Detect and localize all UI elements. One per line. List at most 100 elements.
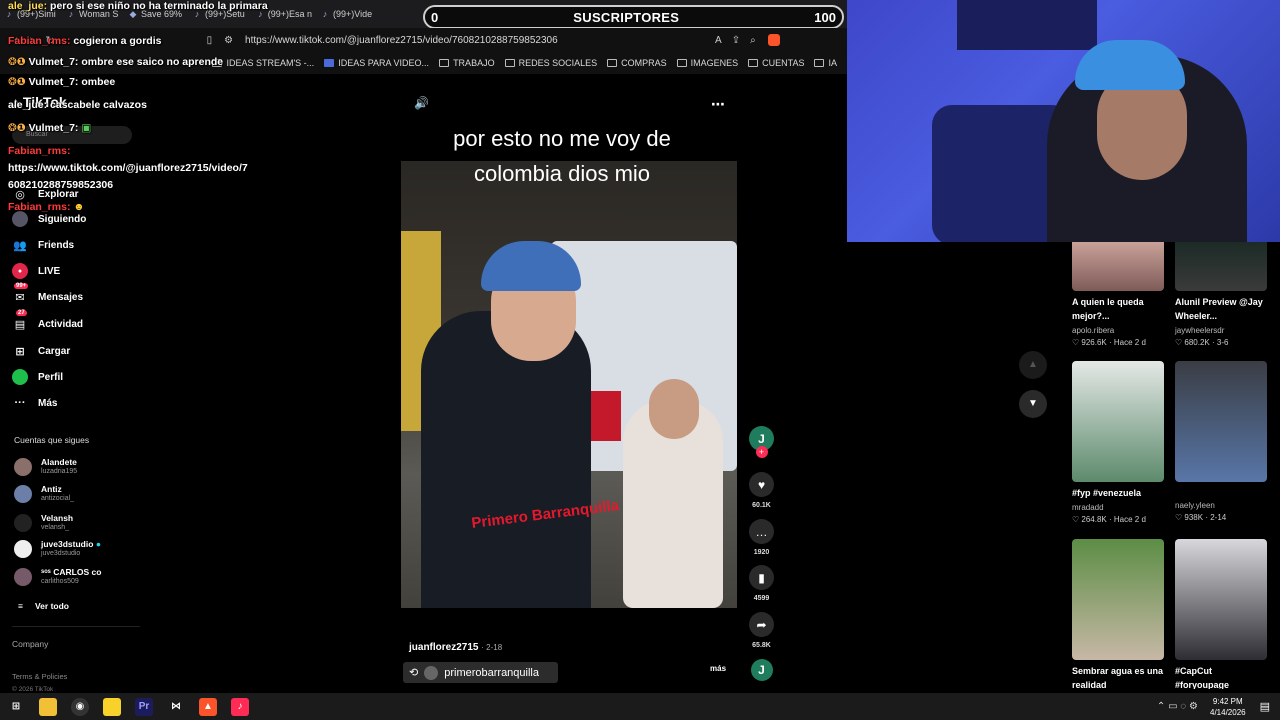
avatar bbox=[14, 457, 32, 476]
nav-live[interactable]: ● LIVE bbox=[12, 263, 60, 279]
comment-button[interactable]: … 1920 bbox=[749, 519, 774, 556]
video-author-row: juanflorez2715 · 2-18 bbox=[409, 642, 503, 653]
folder-icon bbox=[439, 59, 450, 67]
goal-label: SUSCRIPTORES bbox=[573, 9, 680, 25]
save-button[interactable]: ▮ 4599 bbox=[749, 565, 774, 602]
thumbnail bbox=[1072, 361, 1164, 482]
file-explorer-icon[interactable] bbox=[39, 697, 57, 716]
woman-head bbox=[649, 379, 699, 439]
recommended-card[interactable]: naely.yleen ♡ 938K · 2-14 bbox=[1175, 361, 1267, 531]
bookmark-item[interactable]: IMAGENES bbox=[676, 58, 738, 68]
repost-chip[interactable]: ⟲ primerobarranquilla bbox=[403, 662, 558, 683]
bookmark-item[interactable]: IDEAS PARA VIDEO... bbox=[324, 58, 429, 68]
video-player[interactable]: Primero Barranquilla bbox=[401, 161, 737, 608]
recommended-card[interactable]: Sembrar agua es una realidad bbox=[1072, 539, 1164, 689]
video-author[interactable]: juanflorez2715 bbox=[409, 642, 478, 653]
video-date: 2-18 bbox=[486, 643, 503, 652]
truck-light bbox=[591, 391, 621, 441]
premiere-icon[interactable]: Pr bbox=[135, 697, 153, 716]
thumbnail bbox=[1175, 242, 1267, 291]
following-account[interactable]: juve3dstudio ● juve3dstudio bbox=[14, 539, 101, 558]
footer-terms[interactable]: Terms & Policies bbox=[12, 672, 67, 681]
more-options-icon[interactable]: ⋯ bbox=[711, 96, 725, 113]
emote-icon: ▣ bbox=[81, 122, 92, 134]
chat-message: ale_jue: cascabele calvazos bbox=[8, 99, 147, 111]
heart-icon: ♥ bbox=[749, 472, 774, 497]
brave-icon[interactable]: ▲ bbox=[199, 697, 217, 716]
recommended-card[interactable]: #CapCut #foryoupage bbox=[1175, 539, 1267, 689]
clock[interactable]: 9:42 PM 4/14/2026 bbox=[1210, 696, 1246, 718]
folder-icon bbox=[607, 59, 618, 67]
share-arrow-icon: ➦ bbox=[749, 612, 774, 637]
following-account[interactable]: Alandete luzadria195 bbox=[14, 457, 77, 476]
author-avatar-small[interactable]: J bbox=[749, 659, 774, 681]
goal-end: 100 bbox=[814, 9, 836, 25]
avatar bbox=[14, 539, 32, 558]
bookmark-item[interactable]: TRABAJO bbox=[439, 58, 495, 68]
url-field[interactable]: https://www.tiktok.com/@juanflorez2715/v… bbox=[245, 35, 685, 46]
obs-icon[interactable]: ◉ bbox=[71, 697, 89, 716]
avatar bbox=[14, 567, 32, 586]
thumbnail bbox=[1175, 539, 1267, 660]
messages-badge: 99+ bbox=[14, 283, 29, 289]
nav-perfil[interactable]: Perfil bbox=[12, 369, 63, 385]
folder-icon bbox=[504, 59, 515, 67]
recommended-card[interactable]: #fyp #venezuela mradadd ♡ 264.8K · Hace … bbox=[1072, 361, 1164, 531]
cap bbox=[1075, 40, 1185, 90]
bookmark-item[interactable]: IA bbox=[814, 58, 837, 68]
scroll-down-button[interactable]: ▼ bbox=[1019, 390, 1047, 418]
windows-taskbar: ⊞ ◉ Pr ⋈ ▲ ♪ ⌃ ▭ ◌ ⚙ 9:42 PM 4/14/2026 ▤ bbox=[0, 693, 1280, 720]
avatar bbox=[424, 665, 439, 680]
bookmark-item[interactable]: CUENTAS bbox=[748, 58, 804, 68]
like-button[interactable]: ♥ 60.1K bbox=[749, 472, 774, 509]
more-icon: ··· bbox=[14, 397, 26, 409]
chat-message: ale_jue: pero si ese niño no ha terminad… bbox=[8, 0, 268, 12]
live-icon: ● bbox=[12, 263, 28, 279]
following-account[interactable]: Velansh velansh_ bbox=[14, 513, 73, 532]
sticky-notes-icon[interactable] bbox=[103, 697, 121, 716]
browser-tab[interactable]: ♪ (99+)Vide bbox=[316, 0, 376, 28]
zoom-icon[interactable]: ⌕ bbox=[750, 35, 756, 46]
nav-cargar[interactable]: ⊞ Cargar bbox=[12, 343, 70, 359]
doc-icon bbox=[324, 59, 335, 67]
more-link[interactable]: más bbox=[710, 664, 726, 673]
recommended-card[interactable]: A quien le queda mejor?... apolo.ribera … bbox=[1072, 242, 1164, 352]
folder-icon bbox=[676, 59, 687, 67]
nav-actividad[interactable]: ▤ 27 Actividad bbox=[12, 310, 83, 332]
translate-icon[interactable]: A bbox=[715, 35, 722, 46]
nav-friends[interactable]: 👥 Friends bbox=[12, 237, 74, 253]
recommended-card[interactable]: Alunil Preview @Jay Wheeler... jaywheele… bbox=[1175, 242, 1267, 352]
following-account[interactable]: ˢᵒˢ CARLOS co carlithos509 bbox=[14, 567, 101, 586]
bookmark-item[interactable]: COMPRAS bbox=[607, 58, 667, 68]
messages-icon: ✉ 99+ bbox=[14, 283, 29, 304]
tray-icons[interactable]: ⌃ ▭ ◌ ⚙ bbox=[1157, 701, 1198, 712]
windows-start-icon[interactable]: ⊞ bbox=[7, 698, 25, 716]
share-button[interactable]: ➦ 65.8K bbox=[749, 612, 774, 649]
chat-message: Fabian_rms: cogieron a gordis bbox=[8, 35, 162, 47]
following-account[interactable]: Antiz antizocial_ bbox=[14, 484, 74, 503]
verified-icon: ● bbox=[95, 539, 101, 549]
capcut-icon[interactable]: ⋈ bbox=[167, 698, 185, 716]
volume-icon[interactable]: 🔊 bbox=[414, 96, 429, 110]
subscriber-goal-bar: 0 SUSCRIPTORES 100 bbox=[423, 5, 844, 29]
nav-mas[interactable]: ··· Más bbox=[12, 395, 58, 411]
man-figure bbox=[421, 311, 591, 608]
badge-icon: ❂❶ bbox=[8, 56, 26, 68]
scroll-up-button[interactable]: ▲ bbox=[1019, 351, 1047, 379]
nav-mensajes[interactable]: ✉ 99+ Mensajes bbox=[12, 283, 83, 305]
bookmark-item[interactable]: REDES SOCIALES bbox=[504, 58, 597, 68]
brave-shield-icon[interactable] bbox=[767, 34, 780, 46]
notification-icon[interactable]: ▤ bbox=[1260, 700, 1270, 713]
share-icon[interactable]: ⇪ bbox=[732, 35, 740, 46]
see-all-link[interactable]: ≡ Ver todo bbox=[18, 601, 69, 611]
badge-icon: ❂❶ bbox=[8, 122, 26, 134]
avatar bbox=[14, 484, 32, 503]
avatar bbox=[14, 513, 32, 532]
footer-company[interactable]: Company bbox=[12, 639, 48, 649]
tiktok-icon: ♪ bbox=[322, 9, 328, 19]
tiktok-icon[interactable]: ♪ bbox=[231, 697, 249, 716]
friends-icon: 👥 bbox=[13, 239, 27, 252]
follow-plus-icon[interactable]: + bbox=[755, 446, 768, 458]
thumbnail bbox=[1175, 361, 1267, 482]
author-avatar-button[interactable]: J + bbox=[749, 426, 774, 458]
